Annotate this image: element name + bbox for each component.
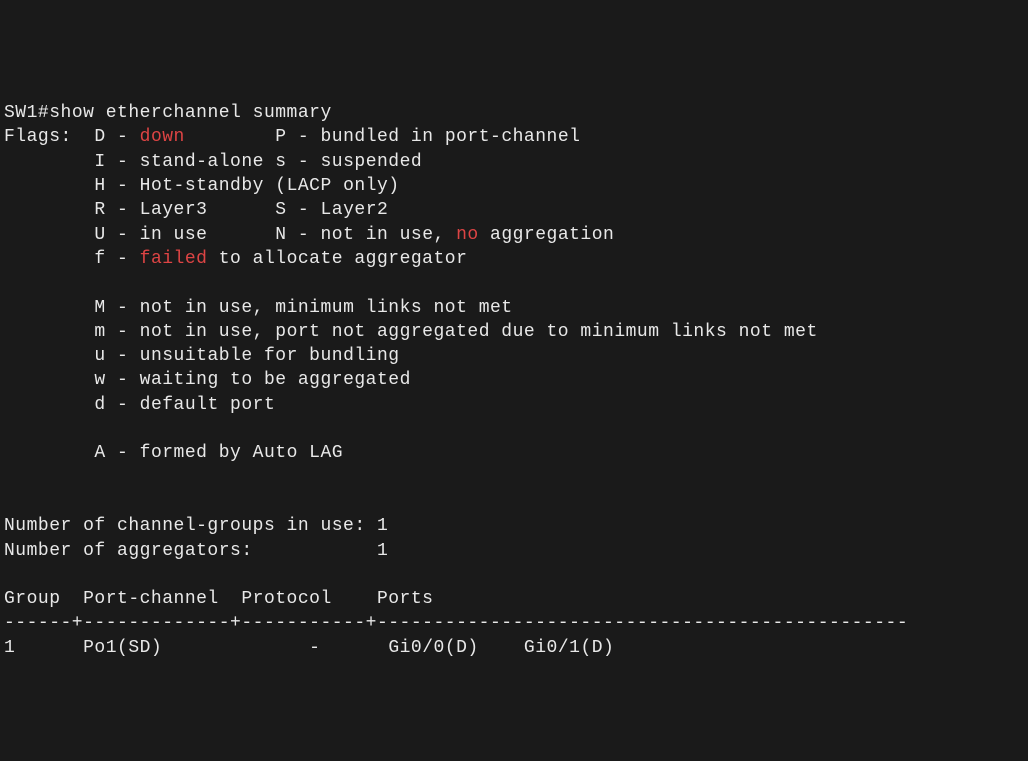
prompt: SW1#: [4, 103, 49, 123]
flag-N-code: N: [275, 225, 286, 245]
flag-s-code: s: [275, 152, 286, 172]
flag-P-desc: bundled in port-channel: [321, 127, 581, 147]
table-divider: ------+-------------+-----------+-------…: [4, 613, 908, 633]
aggregators-value: 1: [377, 541, 388, 561]
table-header: Group Port-channel Protocol Ports: [4, 589, 433, 609]
flag-M-code: M: [94, 298, 105, 318]
flag-P-code: P: [275, 127, 286, 147]
flag-A-code: A: [94, 443, 105, 463]
flag-R-desc: Layer3: [140, 200, 208, 220]
table-row-group: 1: [4, 638, 15, 658]
flag-s-desc: suspended: [321, 152, 423, 172]
flag-N-desc-post: aggregation: [479, 225, 615, 245]
flag-M-desc: not in use, minimum links not met: [140, 298, 513, 318]
flag-D-highlight: down: [140, 127, 185, 147]
flag-U-desc: in use: [140, 225, 208, 245]
flag-d-desc: default port: [140, 395, 276, 415]
flag-R-code: R: [94, 200, 105, 220]
flag-w-desc: waiting to be aggregated: [140, 370, 411, 390]
flag-N-desc-pre: not in use,: [320, 225, 456, 245]
flag-u-code: u: [94, 346, 105, 366]
flag-w-code: w: [94, 370, 105, 390]
flag-N-highlight: no: [456, 225, 479, 245]
channel-groups-label: Number of channel-groups in use:: [4, 516, 377, 536]
flag-m-desc: not in use, port not aggregated due to m…: [140, 322, 818, 342]
flag-A-desc: formed by Auto LAG: [140, 443, 343, 463]
flag-f-code: f: [94, 249, 105, 269]
flag-D-code: D: [94, 127, 105, 147]
table-row-port-channel: Po1(SD): [83, 638, 162, 658]
table-row-ports: Gi0/0(D) Gi0/1(D): [388, 638, 614, 658]
flag-H-code: H: [94, 176, 105, 196]
channel-groups-value: 1: [377, 516, 388, 536]
flag-H-desc: Hot-standby (LACP only): [140, 176, 400, 196]
flag-m-code: m: [94, 322, 105, 342]
table-row-protocol: -: [275, 638, 320, 658]
flag-S-code: S: [275, 200, 286, 220]
flag-U-code: U: [94, 225, 105, 245]
flag-u-desc: unsuitable for bundling: [140, 346, 400, 366]
flag-I-desc: stand-alone: [140, 152, 264, 172]
command: show etherchannel summary: [49, 103, 332, 123]
flags-label: Flags:: [4, 127, 72, 147]
flag-f-highlight: failed: [140, 249, 208, 269]
aggregators-label: Number of aggregators:: [4, 541, 377, 561]
terminal-output: SW1#show etherchannel summary Flags: D -…: [4, 103, 908, 658]
flag-I-code: I: [94, 152, 105, 172]
flag-d-code: d: [94, 395, 105, 415]
flag-S-desc: Layer2: [320, 200, 388, 220]
flag-f-desc-post: to allocate aggregator: [207, 249, 467, 269]
